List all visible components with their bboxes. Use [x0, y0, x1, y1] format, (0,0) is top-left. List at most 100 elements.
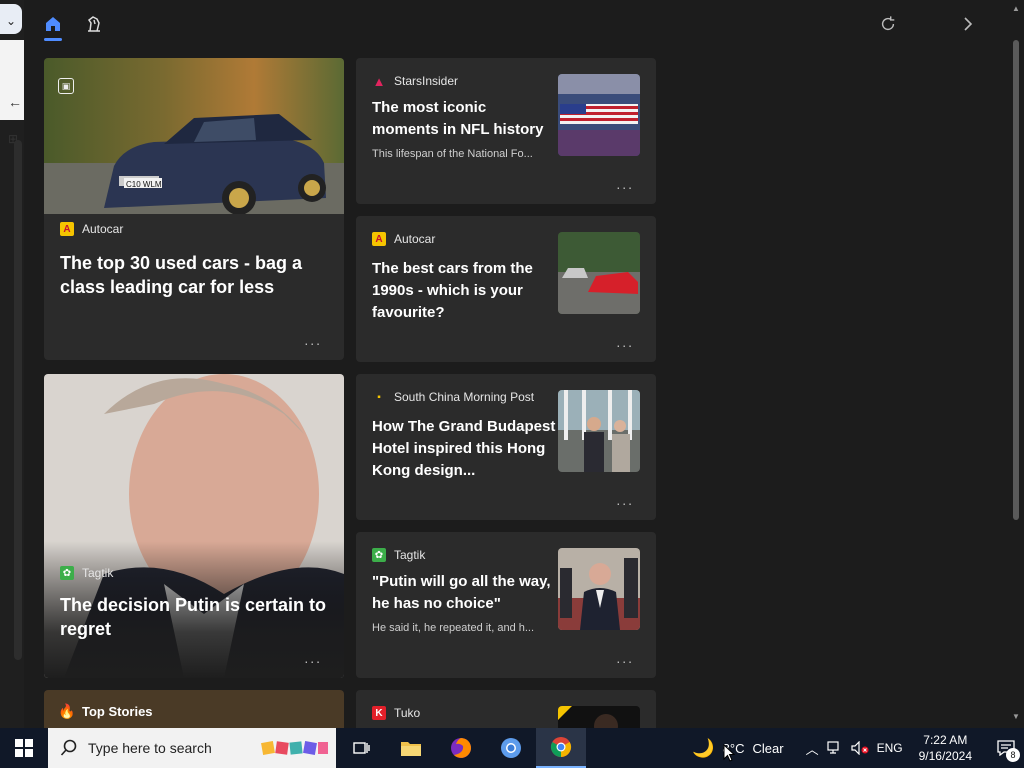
more-options-button[interactable]: ...	[616, 334, 634, 350]
news-card-tuko[interactable]: K Tuko	[356, 690, 656, 728]
weather-condition[interactable]: Clear	[753, 741, 784, 756]
source-name: South China Morning Post	[394, 390, 535, 404]
volume-muted-icon[interactable]	[850, 741, 869, 755]
chevron-right-icon[interactable]	[956, 12, 980, 36]
card-source: ▲ StarsInsider	[372, 73, 459, 89]
tagtik-logo-icon: ✿	[372, 548, 386, 562]
scmp-logo-icon: ▪	[377, 391, 381, 403]
scroll-up-icon[interactable]: ▲	[1012, 4, 1020, 13]
search-icon	[60, 739, 77, 756]
search-placeholder: Type here to search	[88, 740, 212, 756]
taskbar: Type here to search 🌙 8°C Clear ︿ ENG 7:…	[0, 728, 1024, 768]
background-scrollbar[interactable]	[14, 140, 22, 660]
card-title[interactable]: The top 30 used cars - bag a class leadi…	[60, 251, 330, 299]
input-language[interactable]: ENG	[877, 741, 903, 755]
card-source: A Autocar	[372, 232, 435, 246]
chromium-button[interactable]	[486, 728, 536, 768]
firefox-icon	[451, 738, 471, 758]
firefox-button[interactable]	[436, 728, 486, 768]
background-toolbar: ← ⊞	[0, 40, 24, 146]
news-card-grand-budapest[interactable]: ▪ South China Morning Post How The Grand…	[356, 374, 656, 520]
source-name: Autocar	[394, 232, 436, 246]
weather-moon-icon[interactable]: 🌙	[692, 738, 714, 759]
card-source: K Tuko	[372, 706, 420, 720]
card-source: ▪ South China Morning Post	[372, 390, 534, 404]
file-explorer-button[interactable]	[386, 728, 436, 768]
news-card-nfl[interactable]: ▲ StarsInsider The most iconic moments i…	[356, 58, 656, 204]
news-card-used-cars[interactable]: C10 WLM ▣ A Autocar The top 30 used cars…	[44, 58, 344, 360]
notifications-button[interactable]: 8	[988, 728, 1024, 768]
news-panel: C10 WLM ▣ A Autocar The top 30 used cars…	[24, 0, 1024, 728]
more-options-button[interactable]: ...	[616, 650, 634, 666]
chrome-button[interactable]	[536, 728, 586, 768]
more-options-button[interactable]: ...	[616, 492, 634, 508]
task-view-icon	[353, 742, 370, 754]
windows-logo-icon	[15, 739, 33, 757]
source-name: StarsInsider	[394, 74, 459, 88]
source-name: Tagtik	[82, 566, 114, 580]
clock-time: 7:22 AM	[923, 733, 968, 747]
news-card-putin-decision[interactable]: ✿ Tagtik The decision Putin is certain t…	[44, 374, 344, 678]
card-source: A Autocar	[60, 222, 123, 236]
tuko-logo-icon: K	[372, 706, 386, 720]
more-options-button[interactable]: ...	[304, 650, 322, 666]
source-name: Tagtik	[394, 548, 426, 562]
system-tray: 🌙 8°C Clear ︿ ENG 7:22 AM 9/16/2024 8	[692, 728, 1024, 768]
more-options-button[interactable]: ...	[304, 332, 322, 348]
news-card-putin-quote[interactable]: ✿ Tagtik "Putin will go all the way, he …	[356, 532, 656, 678]
home-tab-indicator	[44, 38, 62, 41]
card-snippet: This lifespan of the National Fo...	[372, 148, 533, 160]
show-hidden-icons-chevron-icon[interactable]: ︿	[806, 739, 819, 758]
card-thumbnail-putin	[558, 548, 640, 630]
search-highlight-icon	[261, 741, 328, 755]
chrome-icon	[550, 737, 572, 758]
tagtik-logo-icon: ✿	[60, 566, 74, 580]
back-arrow-icon[interactable]: ←	[8, 94, 22, 110]
chromium-icon	[501, 738, 521, 758]
windows-start-button[interactable]	[0, 728, 48, 768]
top-stories-card[interactable]: 🔥 Top Stories	[44, 690, 344, 728]
starsinsider-logo-icon: ▲	[372, 73, 386, 89]
svg-text:C10 WLM: C10 WLM	[126, 180, 162, 189]
more-options-button[interactable]: ...	[616, 176, 634, 192]
chess-knight-icon[interactable]	[82, 12, 106, 36]
autocar-logo-icon: A	[60, 222, 74, 236]
task-view-button[interactable]	[336, 728, 386, 768]
background-tab[interactable]: ⌄	[0, 4, 22, 34]
section-title: Top Stories	[82, 704, 153, 719]
card-title[interactable]: The most iconic moments in NFL history	[372, 97, 554, 141]
taskbar-search-box[interactable]: Type here to search	[48, 728, 336, 768]
background-window: ⌄ ← ⊞	[0, 0, 24, 728]
card-image-car: C10 WLM	[44, 58, 344, 214]
card-title[interactable]: The best cars from the 1990s - which is …	[372, 258, 554, 324]
home-icon[interactable]	[41, 12, 65, 36]
panel-header	[24, 0, 1024, 50]
scrollbar-thumb[interactable]	[1013, 40, 1019, 520]
panel-scrollbar[interactable]: ▲ ▼	[1008, 0, 1024, 728]
source-name: Tuko	[394, 706, 421, 720]
scroll-down-icon[interactable]: ▼	[1012, 712, 1020, 721]
notification-count-badge: 8	[1006, 748, 1020, 762]
refresh-icon[interactable]	[876, 12, 900, 36]
card-title[interactable]: "Putin will go all the way, he has no ch…	[372, 571, 556, 615]
folder-icon	[401, 742, 421, 756]
card-title[interactable]: The decision Putin is certain to regret	[60, 593, 330, 641]
chevron-down-icon[interactable]: ⌄	[6, 14, 16, 28]
autocar-logo-icon: A	[372, 232, 386, 246]
flame-icon: 🔥	[58, 703, 76, 719]
clock[interactable]: 7:22 AM 9/16/2024	[919, 732, 972, 764]
card-source: ✿ Tagtik	[60, 566, 113, 580]
card-snippet: He said it, he repeated it, and h...	[372, 622, 535, 634]
source-name: Autocar	[82, 222, 124, 236]
card-thumbnail-couple	[558, 390, 640, 472]
card-title[interactable]: How The Grand Budapest Hotel inspired th…	[372, 416, 556, 482]
card-thumbnail-red-car	[558, 232, 640, 314]
image-gallery-icon: ▣	[58, 78, 74, 94]
card-thumbnail-stadium	[558, 74, 640, 156]
card-thumbnail-tuko	[558, 706, 640, 728]
news-card-90s-cars[interactable]: A Autocar The best cars from the 1990s -…	[356, 216, 656, 362]
mouse-cursor-icon	[723, 744, 735, 762]
network-icon[interactable]	[826, 741, 843, 755]
card-source: ✿ Tagtik	[372, 548, 425, 562]
clock-date: 9/16/2024	[918, 749, 972, 763]
